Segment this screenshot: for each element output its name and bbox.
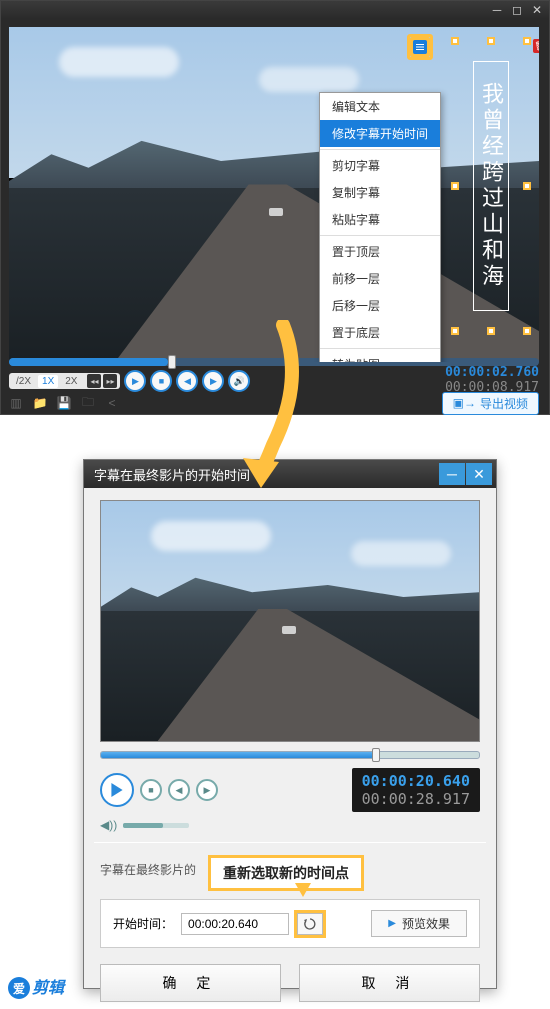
callout-pointer-icon bbox=[295, 883, 311, 897]
dialog-total-time: 00:00:28.917 bbox=[362, 790, 470, 808]
speed-2x[interactable]: 2X bbox=[61, 375, 81, 388]
close-icon[interactable]: ✕ bbox=[531, 4, 543, 16]
forward-key-icon[interactable]: ▸▸ bbox=[103, 374, 117, 388]
rewind-key-icon[interactable]: ◂◂ bbox=[87, 374, 101, 388]
dialog-section-row: 字幕在最终影片的 重新选取新的时间点 bbox=[100, 857, 480, 885]
dialog-next-frame-button[interactable]: ▶ bbox=[196, 779, 218, 801]
preview-effect-button[interactable]: ▶ 预览效果 bbox=[371, 910, 467, 937]
export-video-button[interactable]: ▣→ 导出视频 bbox=[442, 392, 539, 415]
dialog-video-preview[interactable] bbox=[100, 500, 480, 742]
ctx-edit-text[interactable]: 编辑文本 bbox=[320, 93, 440, 120]
dialog-stop-button[interactable]: ■ bbox=[140, 779, 162, 801]
ok-button[interactable]: 确 定 bbox=[100, 964, 281, 1002]
dialog-play-button[interactable] bbox=[100, 773, 134, 807]
speed-1x[interactable]: 1X bbox=[38, 375, 58, 388]
dialog-playback-controls: ■ ◀ ▶ 00:00:20.640 00:00:28.917 bbox=[100, 768, 480, 812]
preview-effect-label: 预览效果 bbox=[402, 915, 450, 932]
logo-text: 剪辑 bbox=[32, 980, 64, 997]
delete-subtitle-icon[interactable]: 🗑 bbox=[533, 39, 539, 53]
open-icon[interactable]: 📁 bbox=[33, 396, 47, 410]
play-button[interactable]: ▶ bbox=[124, 370, 146, 392]
ctx-backward[interactable]: 后移一层 bbox=[320, 292, 440, 319]
callout-box: 重新选取新的时间点 bbox=[208, 855, 364, 891]
ctx-cut[interactable]: 剪切字幕 bbox=[320, 152, 440, 179]
dialog-progress-handle[interactable] bbox=[372, 748, 380, 762]
ctx-send-back[interactable]: 置于底层 bbox=[320, 319, 440, 346]
speed-half[interactable]: /2X bbox=[12, 375, 35, 388]
section-label: 字幕在最终影片的 bbox=[100, 861, 196, 878]
ctx-copy[interactable]: 复制字幕 bbox=[320, 179, 440, 206]
ctx-to-sticker[interactable]: 转为贴图 bbox=[320, 351, 440, 362]
video-preview[interactable]: 🗑 我曾经跨过山和海 编辑文本 修改字幕开始时间 剪切字幕 复制字幕 粘贴字幕 … bbox=[9, 27, 539, 362]
dialog-prev-frame-button[interactable]: ◀ bbox=[168, 779, 190, 801]
prev-frame-button[interactable]: ◀ bbox=[176, 370, 198, 392]
ctx-modify-start-time[interactable]: 修改字幕开始时间 bbox=[320, 120, 440, 147]
dialog-close-button[interactable]: ✕ bbox=[466, 463, 492, 485]
speed-selector: /2X 1X 2X ◂◂ ▸▸ bbox=[9, 373, 120, 389]
titlebar: ─ ◻ ✕ bbox=[1, 1, 549, 19]
subtitle-handle-icon[interactable] bbox=[410, 37, 430, 57]
volume-icon: ◀)) bbox=[100, 818, 117, 832]
current-time: 00:00:02.760 bbox=[445, 366, 539, 381]
dialog-volume-control[interactable]: ◀)) bbox=[100, 818, 480, 832]
context-menu: 编辑文本 修改字幕开始时间 剪切字幕 复制字幕 粘贴字幕 置于顶层 前移一层 后… bbox=[319, 92, 441, 362]
subtitle-text-box: 我曾经跨过山和海 bbox=[473, 61, 509, 311]
logo-badge: 爱 bbox=[8, 977, 30, 999]
start-time-dialog: 字幕在最终影片的开始时间 ─ ✕ ■ ◀ ▶ 00:00:20.640 00:0… bbox=[83, 459, 497, 989]
start-time-input[interactable] bbox=[181, 913, 289, 935]
dialog-progress-bar[interactable] bbox=[100, 748, 480, 762]
app-logo: 爱剪辑 bbox=[8, 974, 64, 1000]
share-icon[interactable]: < bbox=[105, 396, 119, 410]
stop-button[interactable]: ■ bbox=[150, 370, 172, 392]
start-time-label: 开始时间： bbox=[113, 915, 173, 932]
next-frame-button[interactable]: ▶ bbox=[202, 370, 224, 392]
export-icon: ▣→ bbox=[453, 396, 476, 410]
folder-icon[interactable]: 🗀 bbox=[81, 396, 95, 410]
dialog-button-row: 确 定 取 消 bbox=[100, 964, 480, 1002]
volume-slider[interactable] bbox=[123, 823, 189, 828]
dialog-minimize-button[interactable]: ─ bbox=[439, 463, 465, 485]
subtitle-text: 我曾经跨过山和海 bbox=[475, 82, 507, 290]
maximize-icon[interactable]: ◻ bbox=[511, 4, 523, 16]
subtitle-bounding-box[interactable]: 🗑 我曾经跨过山和海 bbox=[455, 41, 527, 331]
pick-time-button[interactable] bbox=[297, 913, 323, 935]
new-icon[interactable]: ▥ bbox=[9, 396, 23, 410]
annotation-arrow bbox=[225, 320, 315, 490]
play-icon: ▶ bbox=[388, 918, 396, 929]
dialog-current-time: 00:00:20.640 bbox=[362, 772, 470, 790]
save-icon[interactable]: 💾 bbox=[57, 396, 71, 410]
progress-handle[interactable] bbox=[168, 355, 176, 369]
minimize-icon[interactable]: ─ bbox=[491, 4, 503, 16]
ctx-forward[interactable]: 前移一层 bbox=[320, 265, 440, 292]
cancel-button[interactable]: 取 消 bbox=[299, 964, 480, 1002]
export-label: 导出视频 bbox=[480, 395, 528, 412]
dialog-time-display: 00:00:20.640 00:00:28.917 bbox=[352, 768, 480, 812]
ctx-bring-front[interactable]: 置于顶层 bbox=[320, 238, 440, 265]
start-time-row: 开始时间： ▶ 预览效果 bbox=[100, 899, 480, 948]
ctx-paste[interactable]: 粘贴字幕 bbox=[320, 206, 440, 233]
